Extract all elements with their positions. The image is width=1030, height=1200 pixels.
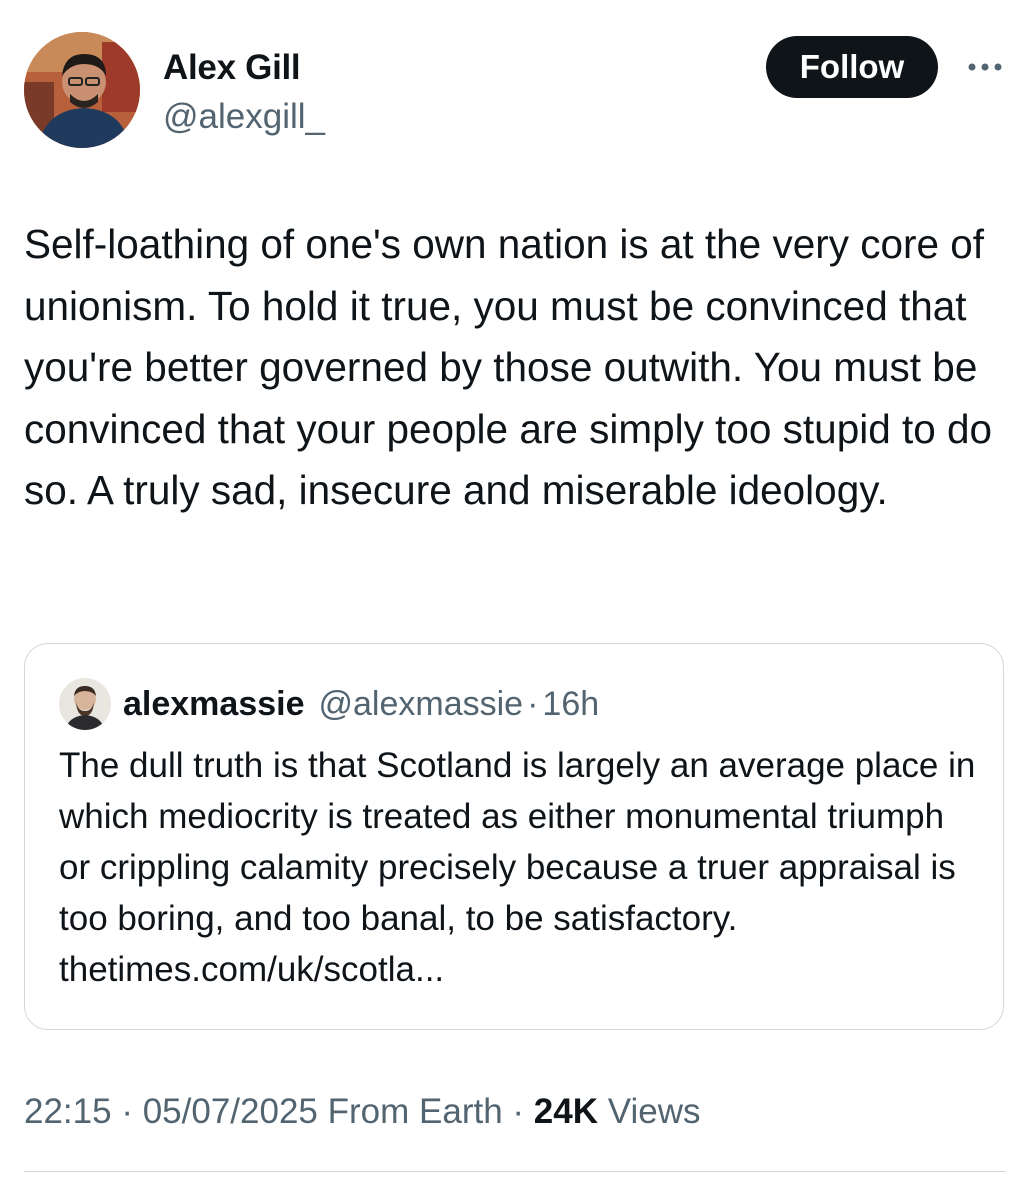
quoted-author-name: alexmassie	[123, 684, 305, 723]
quoted-author-avatar	[59, 678, 111, 730]
quoted-separator: ·	[527, 684, 539, 723]
more-horizontal-icon[interactable]	[960, 50, 1010, 84]
tweet-source: From Earth	[327, 1092, 503, 1131]
views-label: Views	[607, 1092, 701, 1131]
author-handle[interactable]: @alexgill_	[163, 97, 325, 137]
divider	[24, 1171, 1006, 1172]
quoted-tweet-text: The dull truth is that Scotland is large…	[59, 746, 976, 989]
quoted-author-handle: @alexmassie	[318, 684, 524, 723]
quoted-tweet-card[interactable]: alexmassie @alexmassie · 16h The dull tr…	[24, 643, 1004, 1030]
author-name[interactable]: Alex Gill	[163, 48, 301, 88]
meta-separator-views: ·	[512, 1092, 525, 1131]
quoted-timestamp: 16h	[542, 684, 600, 723]
tweet-time[interactable]: 22:15	[24, 1092, 112, 1131]
author-avatar[interactable]	[24, 32, 140, 148]
tweet-date[interactable]: 05/07/2025	[143, 1092, 318, 1131]
views-count: 24K	[533, 1092, 599, 1131]
tweet-meta: 22:15 · 05/07/2025 From Earth · 24K View…	[24, 1092, 700, 1132]
tweet-header: Alex Gill @alexgill_ Follow	[24, 32, 1006, 152]
follow-button[interactable]: Follow	[766, 36, 938, 98]
quoted-tweet-header: alexmassie @alexmassie · 16h	[59, 676, 599, 732]
meta-separator: ·	[121, 1092, 133, 1131]
tweet-text: Self-loathing of one's own nation is at …	[24, 221, 993, 513]
